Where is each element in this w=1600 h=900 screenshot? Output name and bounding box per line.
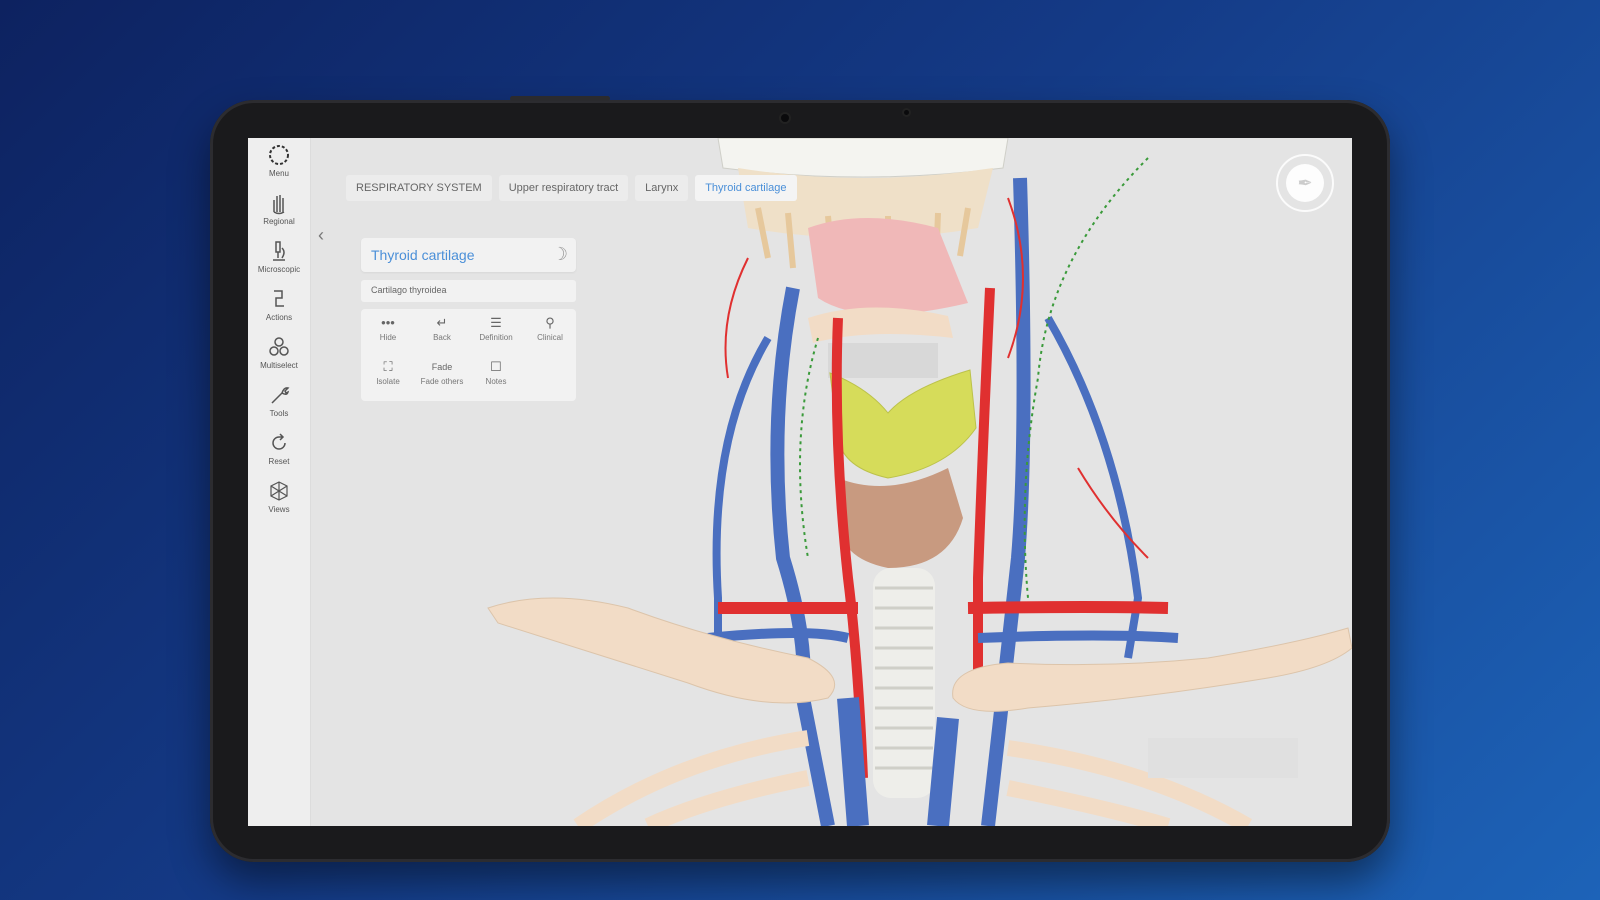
sidebar-item-reset[interactable]: Reset [248,430,310,476]
more-dots-icon: ••• [381,315,395,330]
collapse-panel-button[interactable]: ‹ [312,224,330,246]
feather-icon: ✒ [1286,164,1324,202]
action-label: Hide [379,333,397,342]
sidebar: Menu Regional Microscopic Actions Multis… [248,138,311,826]
sidebar-item-label: Tools [269,409,289,418]
sidebar-item-multiselect[interactable]: Multiselect [248,334,310,380]
breadcrumb-item[interactable]: Larynx [635,175,689,201]
sidebar-item-microscopic[interactable]: Microscopic [248,238,310,284]
moon-icon[interactable]: ☽ [552,244,568,265]
back-button[interactable]: ↵ Back [415,311,469,355]
action-label: Isolate [376,377,400,386]
isolate-icon: ⛶ [383,359,393,374]
structure-actions: ••• Hide ↵ Back ☰ Definition ⚲ Clinical … [361,309,576,401]
definition-button[interactable]: ☰ Definition [469,311,523,355]
fade-button[interactable]: Fade Fade others [415,355,469,399]
sidebar-item-tools[interactable]: Tools [248,382,310,428]
action-label: Notes [485,377,507,386]
back-arrow-icon: ↵ [436,315,448,330]
sidebar-item-regional[interactable]: Regional [248,190,310,236]
action-label: Clinical [537,333,563,342]
sidebar-item-label: Menu [268,169,289,178]
action-label: Back [433,333,451,342]
definition-icon: ☰ [490,315,502,330]
structure-title: Thyroid cartilage [371,247,475,263]
clinical-icon: ⚲ [545,315,555,330]
notes-button[interactable]: ☐ Notes [469,355,523,399]
sidebar-item-label: Multiselect [260,361,298,370]
fade-icon: Fade [431,362,453,372]
structure-title-box: Thyroid cartilage ☽ [361,238,576,272]
multiselect-icon [269,337,289,356]
views-icon [270,481,288,501]
sensor-icon [904,110,909,115]
sidebar-item-label: Actions [265,313,293,322]
sidebar-item-menu[interactable]: Menu [248,142,310,188]
breadcrumb: RESPIRATORY SYSTEM Upper respiratory tra… [346,175,797,203]
notes-icon: ☐ [490,359,502,374]
menu-icon [269,145,289,165]
sidebar-item-label: Views [268,505,290,514]
sidebar-item-label: Microscopic [257,265,301,274]
action-label: Definition [479,333,513,342]
breadcrumb-item-current[interactable]: Thyroid cartilage [695,175,797,201]
hand-icon [273,195,285,215]
sidebar-item-actions[interactable]: Actions [248,286,310,332]
sidebar-item-label: Reset [268,457,290,466]
sternum-gray [1148,738,1298,778]
tablet-button [510,96,610,101]
epiglottis-region [828,343,938,378]
clinical-button[interactable]: ⚲ Clinical [523,311,577,355]
microscope-icon [273,241,285,261]
chevron-left-icon: ‹ [318,225,324,245]
latin-name: Cartilago thyroidea [371,285,447,295]
breadcrumb-item[interactable]: Upper respiratory tract [498,175,629,201]
sidebar-item-views[interactable]: Views [248,478,310,524]
camera-icon [781,114,789,122]
action-label: Fade others [420,377,464,386]
trachea [873,568,935,798]
breadcrumb-item[interactable]: RESPIRATORY SYSTEM [346,175,492,201]
sidebar-item-label: Regional [263,217,295,226]
latin-name-box: Cartilago thyroidea [361,280,576,302]
hide-button[interactable]: ••• Hide [361,311,415,355]
reset-icon [272,433,286,450]
actions-icon [274,290,284,307]
tablet-frame: Menu Regional Microscopic Actions Multis… [210,96,1390,862]
app-logo: ✒ [1276,154,1334,212]
isolate-button[interactable]: ⛶ Isolate [361,355,415,399]
app-screen: Menu Regional Microscopic Actions Multis… [248,138,1352,826]
tools-icon [271,387,290,404]
